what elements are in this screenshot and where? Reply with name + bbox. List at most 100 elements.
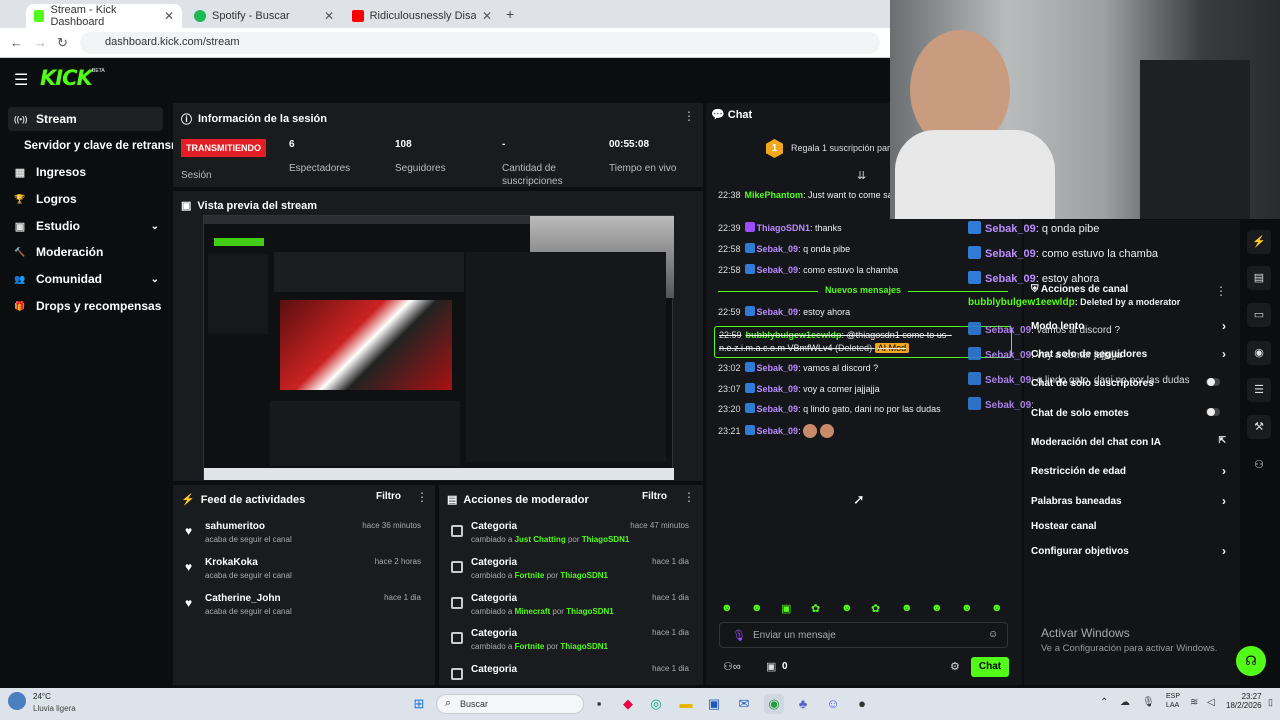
weather-desc[interactable]: Lluvia ligera (33, 704, 76, 713)
gift-box-icon[interactable]: ▣ (766, 660, 776, 673)
settings-icon[interactable]: ⚙ (950, 660, 960, 673)
stream-video[interactable] (203, 215, 674, 480)
language-indicator[interactable]: ESP LAA (1166, 692, 1180, 710)
reload-icon[interactable]: ↻ (57, 35, 68, 51)
chrome-icon[interactable]: ◉ (764, 694, 784, 714)
overlay-message: Sebak_09: q lindo gato, dani no por las … (968, 372, 1190, 386)
sidebar-item-moderacion[interactable]: 🔨 Moderación (8, 240, 163, 264)
hammer-icon[interactable]: ⚒ (1247, 415, 1271, 439)
obs-icon[interactable]: ● (852, 694, 872, 714)
menu-goals[interactable]: Configurar objetivos › (1031, 544, 1226, 558)
emote-icon[interactable]: ☻ (721, 602, 733, 614)
wifi-icon[interactable]: ≋ (1190, 697, 1198, 708)
chat-username[interactable]: Sebak_09 (757, 363, 799, 373)
store-icon[interactable]: ▣ (704, 694, 724, 714)
gift-sub-text[interactable]: Regala 1 suscripción para (791, 143, 895, 153)
file-explorer-icon[interactable]: ▬ (676, 694, 696, 714)
taskbar-search[interactable]: ⌕ Buscar (436, 694, 584, 714)
tab-spotify[interactable]: Spotify - Buscar ✕ (186, 4, 342, 28)
emote-icon[interactable]: ☻ (961, 602, 973, 614)
list-icon[interactable]: ☰ (1247, 378, 1271, 402)
back-icon[interactable]: ← (10, 35, 23, 50)
menu-emotes-only[interactable]: Chat de solo emotes (1031, 408, 1226, 419)
beta-label: BETA (92, 68, 105, 74)
infinity-icon[interactable]: ⚇∞ (723, 660, 741, 673)
chat-username[interactable]: Sebak_09 (757, 307, 799, 317)
chat-bubble-icon[interactable]: ▭ (1247, 303, 1271, 327)
feed-name[interactable]: sahumeritoo (205, 521, 265, 532)
kick-logo[interactable]: KICK (40, 66, 93, 90)
emotes-toggle[interactable] (1206, 408, 1220, 416)
sidebar-item-logros[interactable]: 🏆 Logros (8, 187, 163, 211)
help-icon[interactable]: ☊ (1236, 646, 1266, 676)
menu-icon[interactable]: ☰ (14, 70, 28, 90)
menu-age-restriction[interactable]: Restricción de edad › (1031, 464, 1226, 478)
chat-username[interactable]: Sebak_09 (757, 244, 799, 254)
close-tab-icon[interactable]: ✕ (164, 9, 174, 23)
lightning-icon[interactable]: ⚡ (1247, 230, 1271, 254)
chat-username[interactable]: MikePhantom (745, 190, 804, 200)
discord-icon[interactable]: ☺ (823, 694, 843, 714)
chat-username[interactable]: Sebak_09 (757, 265, 799, 275)
more-options-icon[interactable]: ⋮ (683, 109, 695, 123)
tab-youtube[interactable]: Ridiculousnessly Disastrous Del ✕ (344, 4, 500, 28)
chat-username[interactable]: Sebak_09 (757, 404, 799, 414)
chat-input[interactable]: 🎙 Enviar un mensaje ☺ (719, 622, 1008, 648)
emote-icon[interactable]: ☻ (931, 602, 943, 614)
sidebar-item-comunidad[interactable]: 👥 Comunidad ⌄ (8, 267, 163, 291)
emote-icon[interactable]: ☻ (901, 602, 913, 614)
chat-username[interactable]: Sebak_09 (757, 426, 799, 436)
emote-icon[interactable]: ✿ (811, 602, 820, 615)
tray-cloud-icon[interactable]: ☁ (1120, 697, 1130, 708)
subscribers-toggle[interactable] (1206, 378, 1220, 386)
clipboard-icon[interactable]: ▤ (1247, 266, 1271, 290)
tray-mic-icon[interactable]: 🎙 (1142, 697, 1155, 708)
send-chat-button[interactable]: Chat (971, 657, 1009, 677)
sidebar-item-server-key[interactable]: Servidor y clave de retransm (18, 134, 178, 158)
forward-icon[interactable]: → (34, 35, 47, 50)
chat-username[interactable]: Sebak_09 (757, 384, 799, 394)
emote-icon[interactable]: ☻ (991, 602, 1003, 614)
url-field[interactable]: dashboard.kick.com/stream (80, 32, 880, 54)
weather-temp[interactable]: 24°C (33, 692, 51, 701)
menu-host-channel[interactable]: Hostear canal (1031, 521, 1226, 532)
more-options-icon[interactable]: ⋮ (1215, 284, 1227, 298)
close-tab-icon[interactable]: ✕ (324, 9, 334, 23)
feed-name[interactable]: Catherine_John (205, 593, 281, 604)
emote-icon[interactable]: ▣ (781, 602, 791, 615)
emote-icon[interactable]: ☻ (751, 602, 763, 614)
tab-kick-dashboard[interactable]: Stream - Kick Dashboard ✕ (26, 4, 182, 28)
filter-button[interactable]: Filtro (376, 491, 401, 502)
teams-icon[interactable]: ♣ (793, 694, 813, 714)
windows-start-icon[interactable]: ⊞ (409, 694, 429, 714)
users-icon[interactable]: ⚇ (1247, 453, 1271, 477)
sidebar-item-drops[interactable]: 🎁 Drops y recompensas (8, 294, 178, 318)
notification-icon[interactable]: ▯ (1268, 697, 1273, 708)
sidebar-item-ingresos[interactable]: ▦ Ingresos (8, 160, 163, 184)
emote-icon[interactable]: ✿ (871, 602, 880, 615)
menu-banned-words[interactable]: Palabras baneadas › (1031, 494, 1226, 508)
chat-username[interactable]: bubblybulgew1eewldp (746, 330, 842, 340)
close-tab-icon[interactable]: ✕ (482, 9, 492, 23)
sidebar-item-stream[interactable]: ((•)) Stream (8, 107, 163, 131)
mail-icon[interactable]: ✉ (734, 694, 754, 714)
sidebar-item-estudio[interactable]: ▣ Estudio ⌄ (8, 214, 163, 238)
chat-username[interactable]: ThiagoSDN1 (757, 223, 811, 233)
more-options-icon[interactable]: ⋮ (416, 490, 428, 504)
copilot-icon[interactable]: ◆ (618, 694, 638, 714)
task-view-icon[interactable]: ▪ (589, 694, 609, 714)
mic-icon[interactable]: 🎙 (732, 629, 746, 642)
clock[interactable]: 23:27 18/2/2026 (1226, 692, 1262, 710)
filter-button[interactable]: Filtro (642, 491, 667, 502)
emoji-icon[interactable]: ☺ (988, 629, 998, 640)
tray-chevron-up-icon[interactable]: ⌃ (1100, 697, 1108, 708)
broadcast-icon[interactable]: ◉ (1247, 341, 1271, 365)
edge-icon[interactable]: ◎ (646, 694, 666, 714)
feed-name[interactable]: KrokaKoka (205, 557, 258, 568)
volume-icon[interactable]: ◁ (1207, 697, 1215, 708)
emote-icon[interactable]: ☻ (841, 602, 853, 614)
new-tab-button[interactable]: + (506, 6, 514, 22)
more-options-icon[interactable]: ⋮ (683, 490, 695, 504)
menu-ai-moderation[interactable]: Moderación del chat con IA ⇱ (1031, 435, 1226, 448)
pin-icon[interactable]: ⇊ (857, 169, 866, 182)
